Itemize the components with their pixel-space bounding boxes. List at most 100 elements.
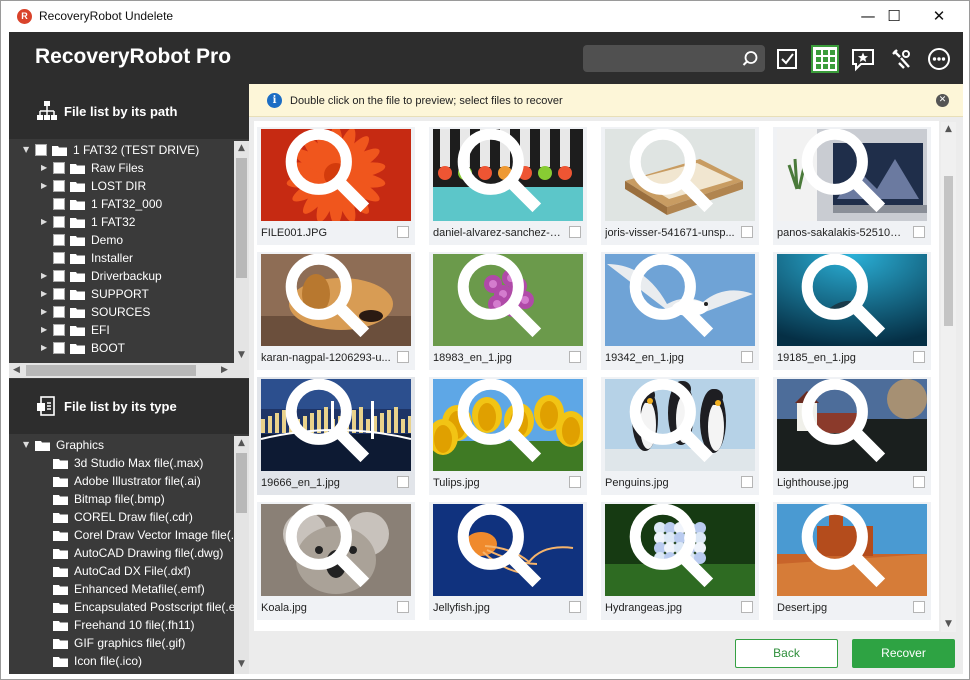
file-tile[interactable]: daniel-alvarez-sanchez-de... — [429, 127, 587, 245]
file-tile[interactable]: Hydrangeas.jpg — [601, 502, 759, 620]
zoom-preview-icon[interactable] — [433, 504, 575, 592]
scroll-left-arrow[interactable]: ◀ — [9, 363, 24, 378]
maximize-button[interactable]: ☐ — [871, 1, 917, 32]
file-checkbox[interactable] — [569, 476, 581, 488]
title-bar[interactable]: R RecoveryRobot Undelete — ☐ ✕ — [1, 1, 969, 32]
tree-item[interactable]: 3d Studio Max file(.max) — [9, 454, 234, 472]
scroll-down-arrow[interactable]: ▼ — [234, 657, 249, 672]
file-tile[interactable]: Koala.jpg — [257, 502, 415, 620]
tree-item[interactable]: Enhanced Metafile(.emf) — [9, 580, 234, 598]
tree-item-checkbox[interactable] — [53, 216, 65, 228]
tree-item-checkbox[interactable] — [35, 144, 47, 156]
tree-item[interactable]: ▶ BOOT — [9, 339, 234, 357]
tree-item-checkbox[interactable] — [53, 306, 65, 318]
file-checkbox[interactable] — [741, 226, 753, 238]
expand-right-icon[interactable]: ▶ — [41, 217, 49, 227]
tree-item[interactable]: 1 FAT32_000 — [9, 195, 234, 213]
zoom-preview-icon[interactable] — [261, 379, 403, 467]
zoom-preview-icon[interactable] — [605, 254, 747, 342]
expand-down-icon[interactable]: ▼ — [23, 440, 31, 450]
scroll-down-arrow[interactable]: ▼ — [234, 348, 249, 363]
file-tile[interactable]: 19185_en_1.jpg — [773, 252, 931, 370]
expand-right-icon[interactable]: ▶ — [41, 181, 49, 191]
file-tile[interactable]: 19342_en_1.jpg — [601, 252, 759, 370]
zoom-preview-icon[interactable] — [433, 379, 575, 467]
tree-item[interactable]: Installer — [9, 249, 234, 267]
tree-item-checkbox[interactable] — [53, 162, 65, 174]
file-checkbox[interactable] — [397, 476, 409, 488]
file-checkbox[interactable] — [569, 601, 581, 613]
tree-item-checkbox[interactable] — [53, 270, 65, 282]
file-checkbox[interactable] — [913, 226, 925, 238]
file-checkbox[interactable] — [741, 476, 753, 488]
scrollbar-thumb[interactable] — [236, 453, 247, 513]
tree-item[interactable]: Encapsulated Postscript file(.eps) — [9, 598, 234, 616]
file-thumbnail[interactable] — [777, 504, 927, 596]
file-tile[interactable]: Lighthouse.jpg — [773, 377, 931, 495]
tree-item[interactable]: ▶ EFI — [9, 321, 234, 339]
file-thumbnail[interactable] — [605, 379, 755, 471]
scroll-up-arrow[interactable]: ▲ — [234, 141, 249, 156]
tree-item-checkbox[interactable] — [53, 252, 65, 264]
tree-item[interactable]: AutoCad DX File(.dxf) — [9, 562, 234, 580]
file-tile[interactable]: 18983_en_1.jpg — [429, 252, 587, 370]
expand-right-icon[interactable]: ▶ — [41, 343, 49, 353]
star-feedback-icon[interactable] — [849, 45, 877, 73]
zoom-preview-icon[interactable] — [261, 254, 403, 342]
file-thumbnail[interactable] — [261, 379, 411, 471]
tree-item[interactable]: Demo — [9, 231, 234, 249]
file-checkbox[interactable] — [913, 601, 925, 613]
zoom-preview-icon[interactable] — [777, 129, 919, 217]
tree-item[interactable]: ▶ 1 FAT32 — [9, 213, 234, 231]
file-tile[interactable]: 19666_en_1.jpg — [257, 377, 415, 495]
tree-item[interactable]: GIF graphics file(.gif) — [9, 634, 234, 652]
expand-right-icon[interactable]: ▶ — [41, 289, 49, 299]
expand-right-icon[interactable]: ▶ — [41, 271, 49, 281]
zoom-preview-icon[interactable] — [605, 379, 747, 467]
file-checkbox[interactable] — [397, 601, 409, 613]
file-thumbnail[interactable] — [605, 254, 755, 346]
recover-button[interactable]: Recover — [852, 639, 955, 668]
tree-item[interactable]: ▼ 1 FAT32 (TEST DRIVE) — [9, 141, 234, 159]
file-thumbnail[interactable] — [777, 129, 927, 221]
tree-item-checkbox[interactable] — [53, 324, 65, 336]
file-checkbox[interactable] — [569, 226, 581, 238]
tree-item-checkbox[interactable] — [53, 342, 65, 354]
file-tile[interactable]: Jellyfish.jpg — [429, 502, 587, 620]
wrench-icon[interactable] — [887, 45, 915, 73]
tree-item-checkbox[interactable] — [53, 180, 65, 192]
tree-item-checkbox[interactable] — [53, 198, 65, 210]
type-tree-scrollbar[interactable]: ▲ ▼ — [234, 436, 249, 674]
path-tree-scrollbar[interactable]: ▲ ▼ — [234, 141, 249, 363]
file-tile[interactable]: panos-sakalakis-525108-... — [773, 127, 931, 245]
file-checkbox[interactable] — [397, 351, 409, 363]
file-checkbox[interactable] — [569, 351, 581, 363]
zoom-preview-icon[interactable] — [777, 504, 919, 592]
file-checkbox[interactable] — [741, 601, 753, 613]
search-input[interactable] — [583, 45, 765, 72]
close-button[interactable]: ✕ — [916, 1, 962, 32]
type-section-header[interactable]: File list by its type — [9, 379, 249, 434]
path-section-header[interactable]: File list by its path — [9, 84, 249, 139]
zoom-preview-icon[interactable] — [777, 254, 919, 342]
file-tile[interactable]: joris-visser-541671-unsp... — [601, 127, 759, 245]
expand-down-icon[interactable]: ▼ — [23, 145, 31, 155]
file-tile[interactable]: Tulips.jpg — [429, 377, 587, 495]
expand-right-icon[interactable]: ▶ — [41, 307, 49, 317]
file-thumbnail[interactable] — [433, 129, 583, 221]
tree-item[interactable]: ▶ LOST DIR — [9, 177, 234, 195]
tree-item[interactable]: COREL Draw file(.cdr) — [9, 508, 234, 526]
scroll-down-arrow[interactable]: ▼ — [941, 617, 956, 632]
scrollbar-thumb[interactable] — [236, 158, 247, 278]
file-thumbnail[interactable] — [433, 504, 583, 596]
file-thumbnail[interactable] — [261, 504, 411, 596]
file-checkbox[interactable] — [913, 476, 925, 488]
close-info-icon[interactable]: ✕ — [936, 94, 949, 107]
file-thumbnail[interactable] — [777, 254, 927, 346]
search-icon[interactable] — [742, 50, 759, 67]
file-thumbnail[interactable] — [777, 379, 927, 471]
tree-item[interactable]: Freehand 10 file(.fh11) — [9, 616, 234, 634]
grid-view-icon[interactable] — [811, 45, 839, 73]
tree-item[interactable]: ▶ Driverbackup — [9, 267, 234, 285]
type-tree[interactable]: ▼ Graphics 3d Studio Max file(.max) Adobe I… — [9, 436, 234, 674]
